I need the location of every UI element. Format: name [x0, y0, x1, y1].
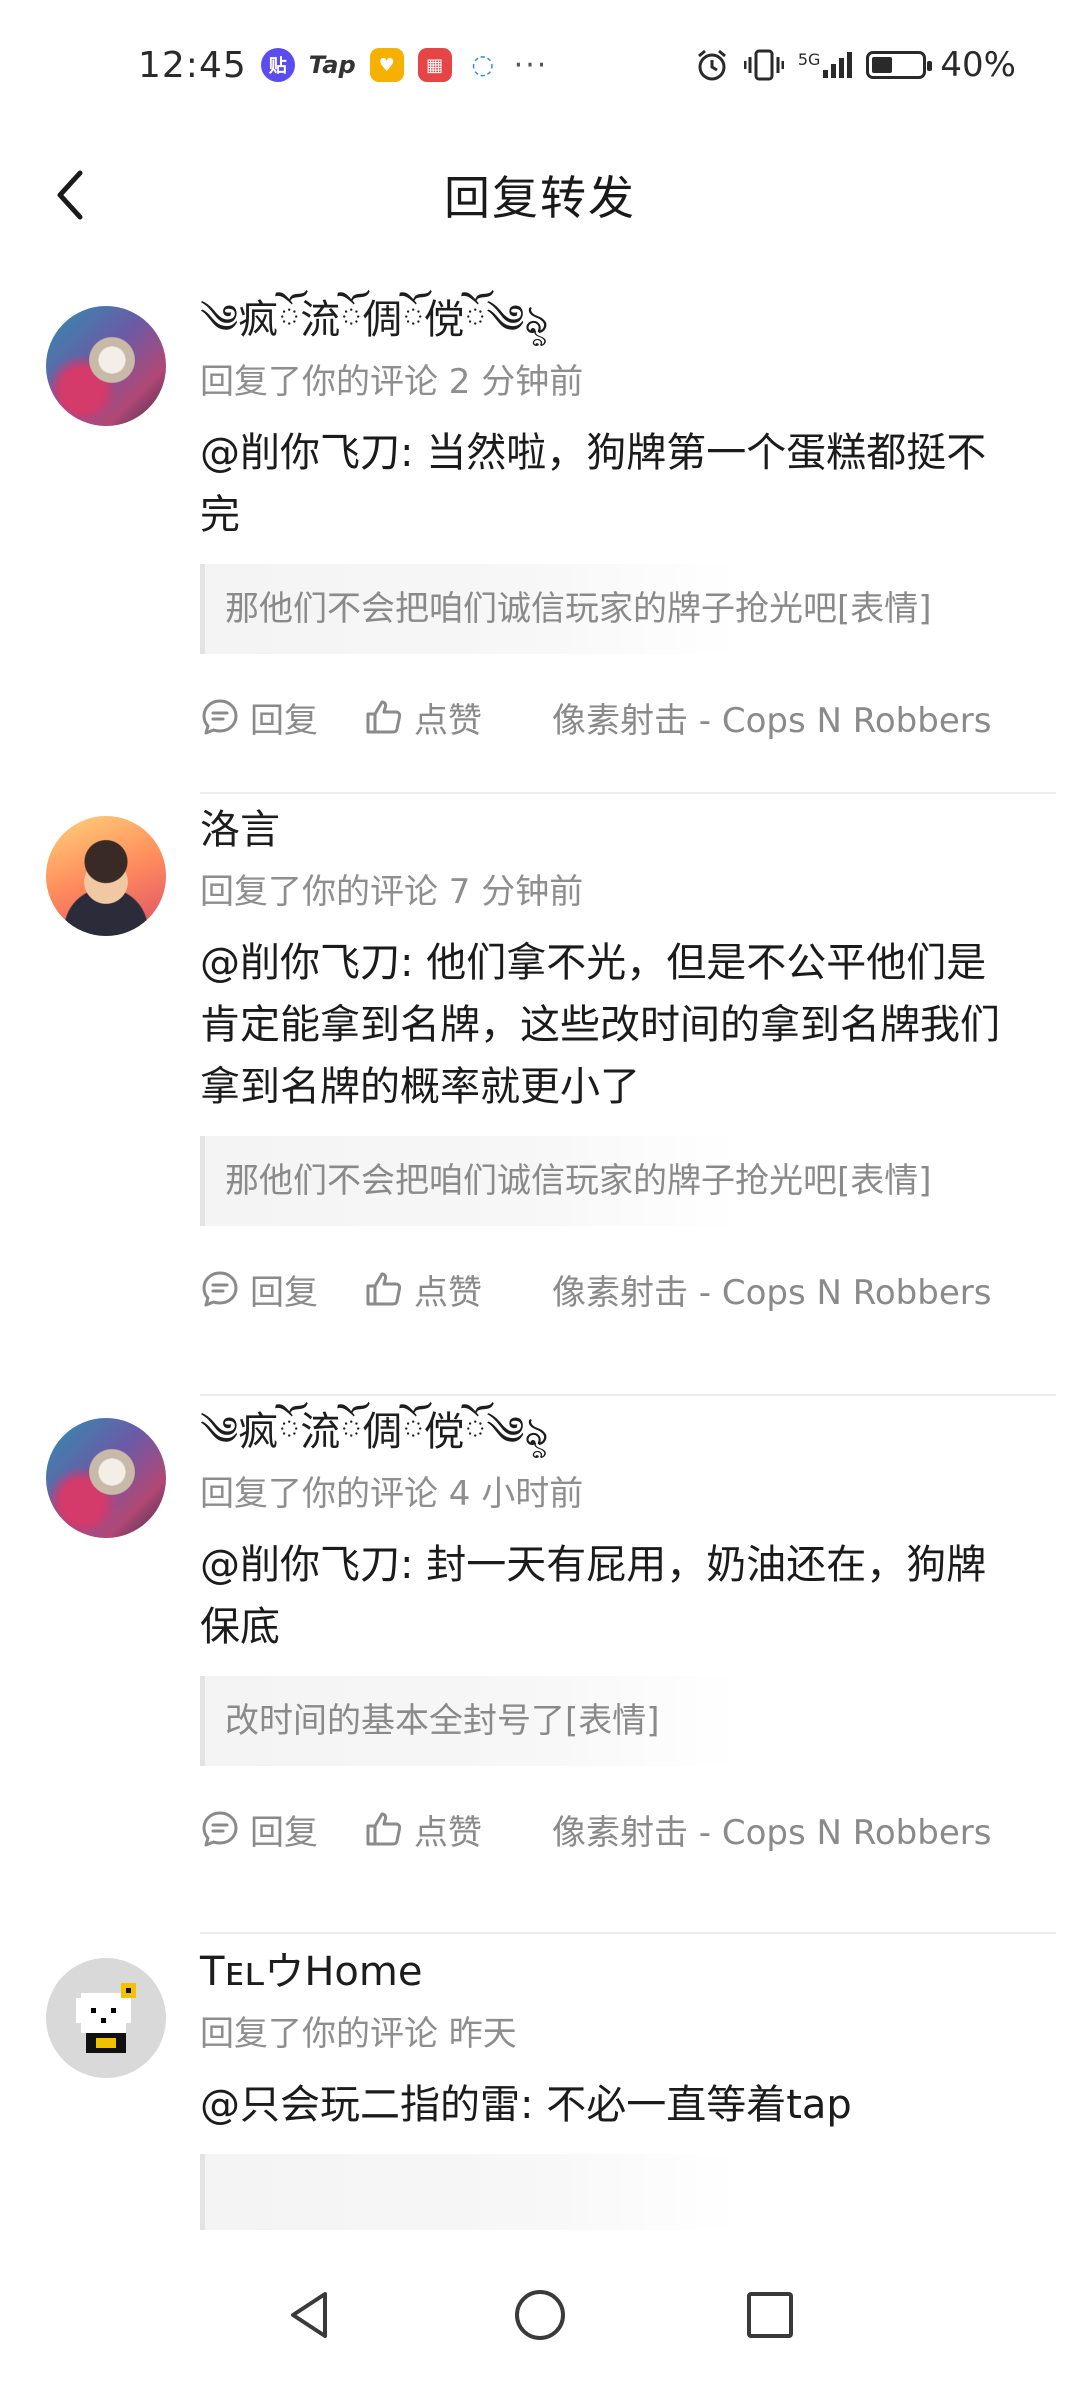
status-time: 12:45 — [138, 44, 247, 86]
comment-content: 洛言 回复了你的评论 7 分钟前 @削你飞刀: 他们拿不光，但是不公平他们是肯定… — [200, 800, 1060, 1324]
app-book-icon: ▦ — [417, 48, 452, 82]
thumbs-up-icon — [366, 1812, 402, 1846]
network-type: 5G — [797, 50, 821, 69]
thumbs-up-icon — [366, 1272, 402, 1306]
list-item[interactable]: 洛言 回复了你的评论 7 分钟前 @削你飞刀: 他们拿不光，但是不公平他们是肯定… — [0, 800, 1080, 1402]
thumbs-up-icon — [366, 700, 402, 734]
username[interactable]: TᴇʟウHome — [200, 1942, 1060, 2002]
list-item[interactable]: TᴇʟウHome 回复了你的评论 昨天 @只会玩二指的雷: 不必一直等着tap — [0, 1942, 1080, 2250]
system-navigation-bar — [0, 2230, 1080, 2400]
game-link[interactable]: 像素射击 - Cops N Robbers — [552, 1805, 991, 1854]
reply-list[interactable]: ༄疯ོ流ོ倜ོ傥ོ༄ৡ 回复了你的评论 2 分钟前 @削你飞刀: 当然啦，狗牌第… — [0, 290, 1080, 2250]
chat-bubble-icon: ◌ — [465, 48, 500, 82]
status-right: 5G 40% — [694, 45, 1016, 85]
divider — [200, 1394, 1056, 1396]
comment-bubble-icon — [202, 1271, 238, 1307]
back-button[interactable] — [40, 165, 100, 225]
circle-home-icon — [515, 2290, 565, 2340]
reply-label: 回复 — [250, 700, 318, 741]
top-app-bar: 回复转发 — [0, 130, 1080, 260]
reply-meta: 回复了你的评论 4 小时前 — [200, 1474, 584, 1514]
divider — [200, 792, 1056, 794]
reply-button[interactable]: 回复 — [200, 693, 318, 742]
comment-content: ༄疯ོ流ོ倜ོ傥ོ༄ৡ 回复了你的评论 4 小时前 @削你飞刀: 封一天有屁用，… — [200, 1402, 1060, 1864]
page-title: 回复转发 — [444, 171, 636, 225]
reply-meta: 回复了你的评论 7 分钟前 — [200, 872, 584, 912]
nav-home-button[interactable] — [500, 2275, 580, 2355]
username[interactable]: ༄疯ོ流ོ倜ོ傥ོ༄ৡ — [200, 1402, 1060, 1462]
pixel-dog-avatar-icon — [76, 1983, 136, 2053]
quoted-comment[interactable]: 那他们不会把咱们诚信玩家的牌子抢光吧[表情] — [200, 564, 932, 654]
username[interactable]: ༄疯ོ流ོ倜ོ傥ོ༄ৡ — [200, 290, 1060, 350]
reply-button[interactable]: 回复 — [200, 1265, 318, 1314]
nav-back-button[interactable] — [270, 2275, 350, 2355]
status-bar: 12:45 贴 Tap ♥ ▦ ◌ ··· 5G 40% — [0, 0, 1080, 130]
tap-app-icon: Tap — [308, 51, 356, 79]
comment-bubble-icon — [202, 699, 238, 735]
like-label: 点赞 — [414, 1272, 482, 1313]
alarm-icon — [697, 49, 726, 81]
reply-text[interactable]: @削你飞刀: 封一天有屁用，奶油还在，狗牌保底 — [200, 1534, 1020, 1658]
comment-content: TᴇʟウHome 回复了你的评论 昨天 @只会玩二指的雷: 不必一直等着tap — [200, 1942, 1060, 2244]
action-row: 回复 点赞 像素射击 - Cops N Robbers — [200, 682, 1060, 752]
avatar[interactable] — [46, 306, 166, 426]
like-button[interactable]: 点赞 — [364, 1805, 482, 1854]
square-recents-icon — [747, 2292, 793, 2338]
reply-button[interactable]: 回复 — [200, 1805, 318, 1854]
quoted-comment[interactable]: 改时间的基本全封号了[表情] — [200, 1676, 740, 1766]
battery-fill — [872, 57, 892, 73]
reply-text[interactable]: @削你飞刀: 他们拿不光，但是不公平他们是肯定能拿到名牌，这些改时间的拿到名牌我… — [200, 932, 1020, 1118]
like-label: 点赞 — [414, 1812, 482, 1853]
reply-meta: 回复了你的评论 2 分钟前 — [200, 362, 584, 402]
game-link[interactable]: 像素射击 - Cops N Robbers — [552, 1265, 991, 1314]
comment-content: ༄疯ོ流ོ倜ོ傥ོ༄ৡ 回复了你的评论 2 分钟前 @削你飞刀: 当然啦，狗牌第… — [200, 290, 1060, 752]
game-link[interactable]: 像素射击 - Cops N Robbers — [552, 693, 991, 742]
signal-icon: 5G — [798, 52, 853, 78]
avatar[interactable] — [46, 1958, 166, 2078]
action-row: 回复 点赞 像素射击 - Cops N Robbers — [200, 1794, 1060, 1864]
app-shield-icon: ♥ — [369, 48, 404, 82]
action-row: 回复 点赞 像素射击 - Cops N Robbers — [200, 1254, 1060, 1324]
nav-recents-button[interactable] — [730, 2275, 810, 2355]
list-item[interactable]: ༄疯ོ流ོ倜ོ傥ོ༄ৡ 回复了你的评论 4 小时前 @削你飞刀: 封一天有屁用，… — [0, 1402, 1080, 1942]
list-item[interactable]: ༄疯ོ流ོ倜ོ傥ོ༄ৡ 回复了你的评论 2 分钟前 @削你飞刀: 当然啦，狗牌第… — [0, 290, 1080, 800]
reply-label: 回复 — [250, 1272, 318, 1313]
status-left: 12:45 贴 Tap ♥ ▦ ◌ ··· — [138, 45, 548, 86]
battery-percent: 40% — [940, 45, 1016, 85]
avatar[interactable] — [46, 1418, 166, 1538]
like-button[interactable]: 点赞 — [364, 693, 482, 742]
reply-text[interactable]: @只会玩二指的雷: 不必一直等着tap — [200, 2074, 1020, 2136]
username[interactable]: 洛言 — [200, 800, 1060, 860]
reply-meta: 回复了你的评论 昨天 — [200, 2014, 517, 2054]
divider — [200, 1932, 1056, 1934]
avatar[interactable] — [46, 816, 166, 936]
reply-text[interactable]: @削你飞刀: 当然啦，狗牌第一个蛋糕都挺不完 — [200, 422, 1020, 546]
app-notification-icon: 贴 — [260, 48, 295, 82]
chevron-left-icon — [57, 170, 83, 220]
like-label: 点赞 — [414, 700, 482, 741]
vibrate-icon — [743, 49, 784, 81]
triangle-back-icon — [291, 2292, 327, 2338]
reply-label: 回复 — [250, 1812, 318, 1853]
like-button[interactable]: 点赞 — [364, 1265, 482, 1314]
comment-bubble-icon — [202, 1811, 238, 1847]
battery-icon — [866, 51, 933, 79]
more-notifications-icon: ··· — [513, 47, 549, 83]
quoted-comment[interactable]: 那他们不会把咱们诚信玩家的牌子抢光吧[表情] — [200, 1136, 932, 1226]
